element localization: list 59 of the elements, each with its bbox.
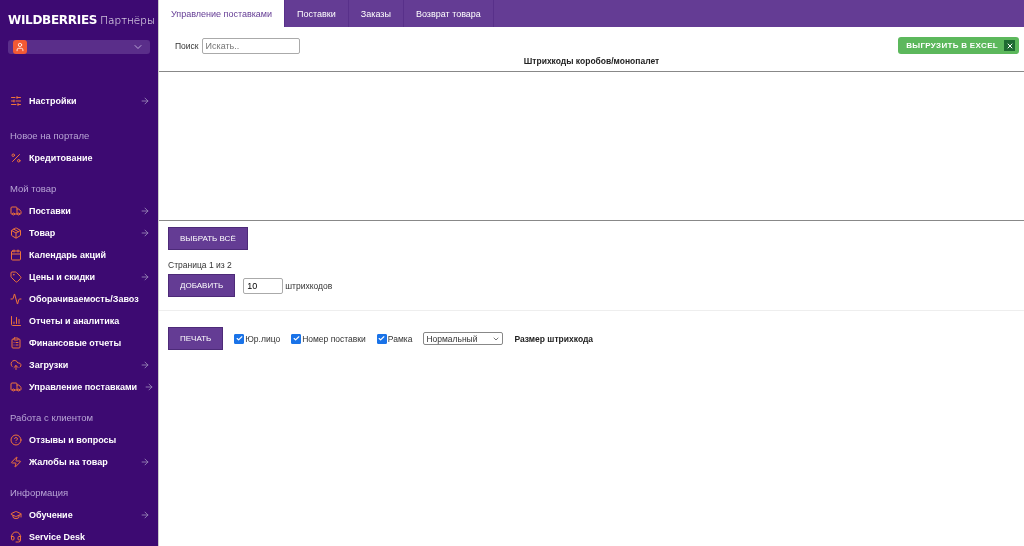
tab[interactable]: Заказы [348, 0, 404, 27]
sliders-icon [10, 95, 22, 107]
size-select[interactable]: Нормальный [423, 332, 504, 345]
sidebar-item[interactable]: Цены и скидки [0, 266, 158, 288]
select-all-button[interactable]: ВЫБРАТЬ ВСЁ [168, 227, 248, 250]
unit-label: штрихкодов [285, 280, 333, 291]
excel-icon [1004, 40, 1015, 51]
section-title: Новое на портале [9, 130, 91, 141]
sidebar-item[interactable]: Управление поставками [0, 376, 158, 398]
sidebar-item[interactable]: Товар [0, 222, 158, 244]
tag-icon [10, 271, 22, 283]
graduation-cap-icon [10, 509, 22, 521]
tab[interactable]: Возврат товара [403, 0, 494, 27]
sidebar-item[interactable]: Календарь акций [0, 244, 158, 266]
box-icon [10, 227, 22, 239]
lightning-icon [10, 456, 22, 468]
checkbox[interactable] [376, 333, 387, 344]
headset-icon [10, 531, 22, 543]
user-icon [13, 40, 27, 54]
checkbox[interactable] [291, 333, 302, 344]
account-switcher[interactable] [8, 40, 150, 54]
checkbox-option[interactable]: Рамка [376, 333, 413, 344]
percent-icon [10, 152, 22, 164]
section-title: Мой товар [9, 183, 58, 194]
sidebar-item[interactable]: Обучение [0, 504, 158, 526]
checkbox-option[interactable]: Юр.лицо [234, 333, 281, 344]
count-field[interactable]: 10 [243, 277, 284, 294]
size-label: Размер штрихкода [514, 333, 594, 344]
tab[interactable]: Поставки [285, 0, 349, 27]
sidebar-item[interactable]: Жалобы на товар [0, 451, 158, 473]
search-field[interactable]: Искать.. [201, 37, 300, 54]
clipboard-icon [10, 337, 22, 349]
sidebar-item[interactable]: Service Desk [0, 526, 158, 546]
search-label: Поиск [175, 40, 199, 51]
sidebar-item[interactable]: Поставки [0, 200, 158, 222]
checkbox-option[interactable]: Номер поставки [291, 333, 366, 344]
sidebar-item[interactable]: Отзывы и вопросы [0, 429, 158, 451]
add-button[interactable]: ДОБАВИТЬ [168, 274, 236, 297]
sidebar-item[interactable]: Оборачиваемость/Завоз [0, 288, 158, 310]
sidebar-item[interactable]: Загрузки [0, 354, 158, 376]
section-title: Информация [9, 487, 70, 498]
checkbox[interactable] [234, 333, 245, 344]
question-icon [10, 434, 22, 446]
section-title: Работа с клиентом [9, 412, 95, 423]
cloud-upload-icon [10, 359, 22, 371]
table-title: Штрихкоды коробов/монопалет [522, 55, 661, 68]
sidebar-item[interactable]: Кредитование [0, 147, 158, 169]
bar-chart-icon [10, 315, 22, 327]
sidebar-item[interactable]: Настройки [0, 90, 158, 112]
truck-icon [10, 381, 22, 393]
tab[interactable]: Управление поставками [159, 0, 286, 27]
pulse-icon [10, 293, 22, 305]
calendar-icon [10, 249, 22, 261]
sidebar-item[interactable]: Финансовые отчеты [0, 332, 158, 354]
sidebar-item[interactable]: Отчеты и аналитика [0, 310, 158, 332]
truck-icon [10, 205, 22, 217]
print-button[interactable]: ПЕЧАТЬ [168, 327, 224, 350]
page-indicator: Страница 1 из 2 [168, 260, 233, 270]
logo: WILDBERRIES Партнёры [7, 12, 156, 27]
